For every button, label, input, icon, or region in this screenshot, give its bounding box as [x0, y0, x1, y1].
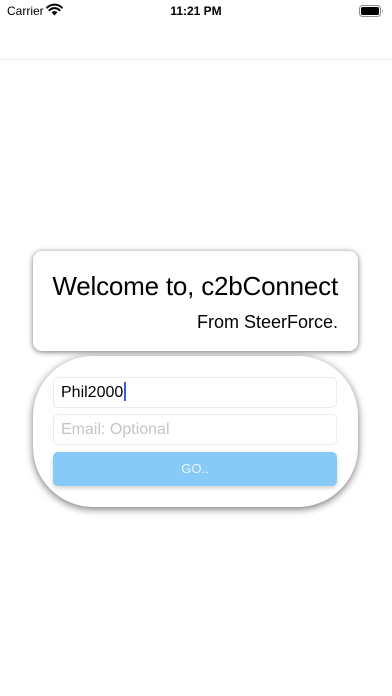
battery-icon — [359, 5, 383, 17]
email-placeholder: Email: Optional — [61, 421, 170, 438]
username-input[interactable]: Phil2000 — [53, 377, 337, 408]
welcome-title: Welcome to, c2bConnect — [52, 271, 338, 301]
navigation-bar — [0, 22, 392, 60]
status-bar: Carrier 11:21 PM — [0, 0, 392, 22]
text-cursor — [124, 382, 127, 401]
email-input[interactable]: Email: Optional — [53, 414, 337, 445]
username-value: Phil2000 — [61, 384, 124, 401]
welcome-card: Welcome to, c2bConnect From SteerForce. — [33, 251, 358, 351]
clock: 11:21 PM — [170, 4, 222, 18]
welcome-subtitle: From SteerForce. — [196, 312, 338, 332]
login-card: Phil2000 Email: Optional GO.. — [33, 356, 358, 507]
go-button[interactable]: GO.. — [53, 452, 337, 486]
app-screen: Carrier 11:21 PM Welcome to, c2bConnect … — [0, 0, 392, 696]
